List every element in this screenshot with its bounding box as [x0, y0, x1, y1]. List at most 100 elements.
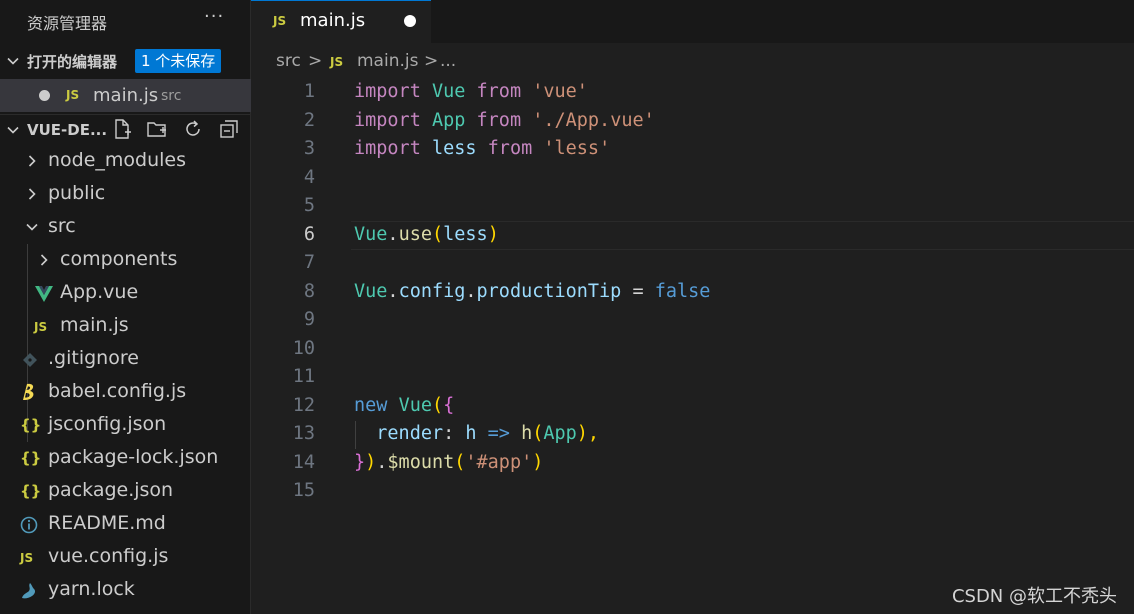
- line-number: 14: [292, 451, 315, 473]
- project-section-header[interactable]: VUE-DE...: [0, 114, 251, 144]
- line-number: 10: [292, 337, 315, 359]
- tab-bar: JS main.js: [251, 0, 1134, 43]
- breadcrumb-folder[interactable]: src: [276, 51, 301, 71]
- tree-item-components[interactable]: components: [0, 244, 251, 277]
- code-text: new Vue({: [354, 394, 455, 416]
- line-number: 4: [303, 166, 315, 188]
- more-actions-icon[interactable]: ···: [204, 6, 224, 27]
- tree-item-app-vue[interactable]: App.vue: [0, 277, 251, 310]
- code-text: import less from 'less': [354, 138, 611, 159]
- unsaved-dot-icon[interactable]: [39, 90, 50, 101]
- code-line: 2 import App from './App.vue': [251, 107, 1134, 136]
- open-editor-file-name: main.js: [93, 85, 159, 106]
- js-icon: JS: [34, 320, 48, 334]
- code-line: 9: [251, 306, 1134, 335]
- chevron-down-icon: [25, 220, 39, 234]
- tree-item-public[interactable]: public: [0, 178, 251, 211]
- babel-icon: [20, 382, 38, 402]
- tree-item-package-lock-json[interactable]: {} package-lock.json: [0, 442, 251, 475]
- line-number: 5: [303, 195, 315, 216]
- tree-item-label: package.json: [48, 479, 174, 501]
- tree-item-babel-config[interactable]: babel.config.js: [0, 376, 251, 409]
- chevron-right-icon: [37, 253, 51, 267]
- tree-item-main-js[interactable]: JS main.js: [0, 310, 251, 343]
- info-icon: [20, 516, 38, 534]
- collapse-all-icon[interactable]: [218, 118, 242, 142]
- json-icon: {}: [20, 449, 42, 467]
- tree-item-node-modules[interactable]: node_modules: [0, 145, 251, 178]
- chevron-down-icon: [6, 54, 20, 68]
- breadcrumb-more[interactable]: ...: [440, 51, 456, 71]
- breadcrumb: src > JS main.js > ...: [251, 48, 1134, 76]
- code-line: 11: [251, 363, 1134, 392]
- new-folder-icon[interactable]: [146, 118, 170, 142]
- line-number: 12: [292, 394, 315, 416]
- tree-item-readme[interactable]: README.md: [0, 508, 251, 541]
- code-line: 13 render: h => h(App),: [251, 420, 1134, 449]
- breadcrumb-file[interactable]: main.js: [357, 51, 418, 71]
- refresh-icon[interactable]: [182, 118, 206, 142]
- code-line: 3 import less from 'less': [251, 135, 1134, 164]
- tab-main-js[interactable]: JS main.js: [251, 0, 431, 43]
- new-file-icon[interactable]: [111, 118, 135, 142]
- tree-item-vue-config[interactable]: JS vue.config.js: [0, 541, 251, 574]
- line-number: 1: [303, 81, 315, 102]
- open-editors-section-header[interactable]: 打开的编辑器 1 个未保存: [0, 46, 251, 76]
- tree-item-gitignore[interactable]: .gitignore: [0, 343, 251, 376]
- open-editor-file-dir: src: [161, 88, 182, 104]
- code-line: 1 import Vue from 'vue': [251, 78, 1134, 107]
- tree-item-label: README.md: [48, 512, 166, 534]
- chevron-right-icon: [25, 187, 39, 201]
- watermark: CSDN @软工不秃头: [951, 586, 1117, 607]
- code-text: import App from './App.vue': [354, 109, 655, 131]
- code-line: 8 Vue.config.productionTip = false: [251, 278, 1134, 307]
- tree-item-label: public: [48, 182, 106, 204]
- code-line: 10: [251, 335, 1134, 364]
- breadcrumb-separator: >: [424, 51, 439, 71]
- tree-item-label: vue.config.js: [48, 545, 169, 567]
- tree-item-label: package-lock.json: [48, 446, 219, 468]
- line-number: 2: [303, 109, 315, 131]
- js-icon: JS: [20, 551, 34, 565]
- tree-item-label: src: [48, 215, 76, 237]
- vue-icon: [35, 286, 53, 302]
- open-editor-item-main-js[interactable]: JS main.js src: [0, 79, 251, 112]
- tree-item-jsconfig-json[interactable]: {} jsconfig.json: [0, 409, 251, 442]
- explorer-sidebar: 资源管理器 ··· 打开的编辑器 1 个未保存 JS main.js src V…: [0, 0, 251, 614]
- tree-item-src[interactable]: src: [0, 211, 251, 244]
- code-line-active: 6 Vue.use(less): [251, 221, 1134, 250]
- project-name: VUE-DE...: [27, 121, 108, 139]
- code-text: render: h => h(App),: [376, 423, 600, 444]
- tree-item-label: components: [60, 248, 178, 270]
- tree-item-label: .gitignore: [48, 347, 139, 369]
- code-text: Vue.config.productionTip = false: [354, 280, 711, 302]
- tree-item-label: jsconfig.json: [48, 413, 167, 435]
- explorer-title: 资源管理器: [27, 14, 108, 33]
- js-icon: JS: [66, 88, 80, 102]
- unsaved-badge: 1 个未保存: [135, 49, 222, 73]
- code-text: }).$mount('#app'): [354, 451, 544, 473]
- line-number: 7: [303, 252, 315, 273]
- line-number: 3: [303, 138, 315, 159]
- line-number: 8: [303, 280, 315, 302]
- code-line: 4: [251, 164, 1134, 193]
- code-line: 14 }).$mount('#app'): [251, 449, 1134, 478]
- git-icon: [22, 352, 38, 368]
- explorer-header: 资源管理器 ···: [0, 0, 251, 42]
- json-icon: {}: [20, 482, 42, 500]
- tree-item-package-json[interactable]: {} package.json: [0, 475, 251, 508]
- code-line: 5: [251, 192, 1134, 221]
- js-icon: JS: [273, 14, 287, 28]
- tree-item-yarn-lock[interactable]: yarn.lock: [0, 574, 251, 607]
- line-number: 13: [292, 423, 315, 444]
- tree-item-label: babel.config.js: [48, 380, 187, 402]
- breadcrumb-separator: >: [308, 51, 323, 71]
- unsaved-dot-icon[interactable]: [404, 15, 416, 27]
- code-line: 15: [251, 477, 1134, 506]
- editor-area: JS main.js src > JS main.js > ... 1 impo…: [251, 0, 1134, 614]
- line-number: 15: [292, 480, 315, 501]
- yarn-icon: [20, 582, 38, 600]
- code-text: Vue.use(less): [354, 223, 499, 245]
- line-number: 11: [292, 366, 315, 387]
- line-number: 6: [303, 223, 315, 245]
